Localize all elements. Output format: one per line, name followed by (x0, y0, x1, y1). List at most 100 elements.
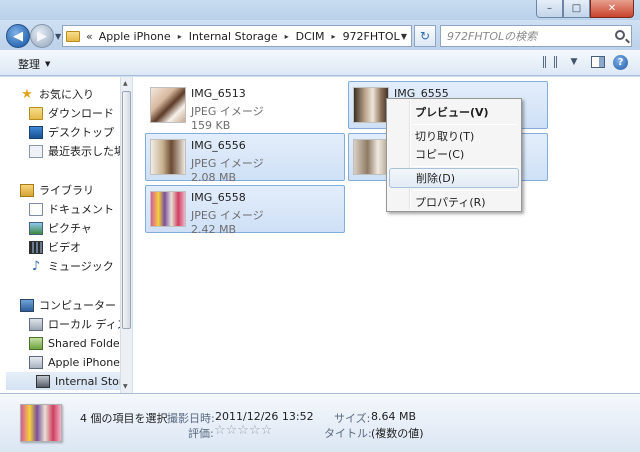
scroll-up-arrow-icon[interactable]: ▲ (123, 80, 128, 87)
nav-libraries[interactable]: ライブラリ (20, 181, 94, 199)
chevron-down-icon: ▼ (45, 60, 51, 68)
menu-separator (413, 166, 517, 167)
menu-item-copy[interactable]: コピー(C) (389, 144, 519, 164)
nav-documents-label: ドキュメント (48, 203, 114, 216)
help-button[interactable]: ? (613, 54, 628, 70)
search-input[interactable] (447, 29, 607, 43)
local-disk-icon (29, 317, 43, 331)
desktop-icon (29, 125, 43, 139)
nav-internal-storage-label: Internal Storage (55, 374, 120, 388)
views-icon (543, 56, 557, 68)
menu-item-delete[interactable]: 削除(D) (389, 168, 519, 188)
scrollbar-thumb[interactable] (122, 91, 131, 329)
file-size: 159 KB (191, 119, 231, 132)
file-thumbnail (150, 139, 186, 175)
minimize-button[interactable]: – (536, 0, 563, 18)
computer-icon (20, 298, 34, 312)
maximize-button[interactable]: □ (563, 0, 590, 18)
title-value[interactable]: (複数の値) (371, 425, 424, 441)
breadcrumb-972fhtol[interactable]: 972FHTOL (343, 30, 400, 43)
file-tile-selected[interactable]: IMG_6558 JPEG イメージ 2.42 MB (145, 185, 345, 236)
star-icon: ★ (21, 86, 33, 102)
change-view-button[interactable] (541, 54, 559, 70)
organize-button[interactable]: 整理 ▼ (18, 56, 50, 72)
nav-shared-folders[interactable]: Shared Folders (29, 334, 120, 352)
nav-documents[interactable]: ドキュメント (29, 200, 114, 218)
details-pane: 4 個の項目を選択 撮影日時: 2011/12/26 13:52 評価: ☆☆☆… (0, 393, 640, 452)
organize-label: 整理 (18, 58, 40, 71)
nav-downloads[interactable]: ダウンロード (29, 104, 114, 122)
refresh-button[interactable]: ↻ (414, 25, 436, 47)
file-type: JPEG イメージ (191, 105, 264, 118)
preview-pane-icon (591, 56, 605, 68)
search-box[interactable] (440, 25, 632, 47)
pictures-icon (29, 221, 43, 235)
file-tile[interactable]: IMG_6513 JPEG イメージ 159 KB (145, 81, 345, 132)
iphone-icon (29, 355, 43, 369)
rating-stars[interactable]: ☆☆☆☆☆ (214, 423, 272, 438)
size-value: 8.64 MB (371, 410, 417, 423)
file-name: IMG_6558 (191, 191, 246, 204)
breadcrumb-separator-icon[interactable]: ▸ (332, 32, 336, 41)
nav-computer[interactable]: コンピューター (20, 296, 116, 314)
more-views-dropdown-icon[interactable]: ▼ (565, 54, 583, 70)
nav-iphone-label: Apple iPhone (48, 355, 120, 369)
breadcrumb-apple-iphone[interactable]: Apple iPhone (99, 30, 171, 43)
menu-item-preview[interactable]: プレビュー(V) (389, 102, 519, 122)
nav-computer-label: コンピューター (39, 299, 116, 312)
menu-separator (413, 124, 517, 125)
file-size: 2.08 MB (191, 171, 237, 184)
nav-libraries-label: ライブラリ (39, 184, 94, 197)
forward-button[interactable]: ▶ (30, 24, 54, 48)
scroll-down-arrow-icon[interactable]: ▼ (123, 383, 128, 390)
nav-local-disk-label: ローカル ディスク (48, 318, 120, 331)
nav-apple-iphone[interactable]: Apple iPhone (29, 353, 120, 371)
nav-recent-label: 最近表示した場所 (48, 145, 120, 158)
nav-videos[interactable]: ビデオ (29, 238, 81, 256)
caption-buttons: – □ ✕ (536, 0, 634, 18)
toolbar-right: ▼ ? (541, 54, 628, 70)
address-bar[interactable]: « Apple iPhone ▸ Internal Storage ▸ DCIM… (62, 25, 412, 47)
breadcrumb-dcim[interactable]: DCIM (296, 30, 325, 43)
nav-internal-storage[interactable]: Internal Storage (6, 372, 120, 390)
selection-count: 4 個の項目を選択 (80, 412, 168, 425)
nav-pictures[interactable]: ピクチャ (29, 219, 92, 237)
file-type: JPEG イメージ (191, 157, 264, 170)
nav-music[interactable]: ♪ ミュージック (29, 257, 114, 275)
rating-label: 評価: (188, 427, 214, 440)
breadcrumb-separator-icon[interactable]: ▸ (285, 32, 289, 41)
context-menu: プレビュー(V) 切り取り(T) コピー(C) 削除(D) プロパティ(R) (386, 98, 522, 212)
file-thumbnail (353, 87, 389, 123)
recent-pages-dropdown-icon[interactable]: ▼ (55, 32, 61, 41)
close-button[interactable]: ✕ (590, 0, 634, 18)
command-bar: 整理 ▼ ▼ ? (0, 50, 640, 76)
libraries-icon (20, 183, 34, 197)
nav-favorites-label: お気に入り (39, 88, 94, 101)
menu-item-properties[interactable]: プロパティ(R) (389, 192, 519, 212)
nav-recent-places[interactable]: 最近表示した場所 (29, 142, 120, 160)
breadcrumb-overflow[interactable]: « (86, 30, 93, 43)
address-dropdown-icon[interactable]: ▼ (401, 32, 407, 41)
size-label: サイズ: (334, 412, 371, 425)
file-name: IMG_6513 (191, 87, 246, 100)
breadcrumb-separator-icon[interactable]: ▸ (178, 32, 182, 41)
menu-separator (413, 190, 517, 191)
menu-item-cut[interactable]: 切り取り(T) (389, 126, 519, 146)
nav-local-disk[interactable]: ローカル ディスク (29, 315, 120, 333)
breadcrumb-internal-storage[interactable]: Internal Storage (189, 30, 278, 43)
documents-icon (29, 202, 43, 216)
nav-desktop[interactable]: デスクトップ (29, 123, 114, 141)
music-note-icon: ♪ (31, 258, 41, 274)
nav-desktop-label: デスクトップ (48, 126, 114, 139)
nav-music-label: ミュージック (48, 260, 114, 273)
back-button[interactable]: ◀ (6, 24, 30, 48)
navigation-pane: ★ お気に入り ダウンロード デスクトップ 最近表示した場所 ライブラリ ドキュ… (0, 77, 120, 393)
video-icon (29, 240, 43, 254)
navigation-scrollbar[interactable]: ▲ ▼ (120, 77, 132, 393)
file-tile-selected[interactable]: IMG_6556 JPEG イメージ 2.08 MB (145, 133, 345, 184)
file-thumbnail (353, 139, 389, 175)
search-icon[interactable] (615, 30, 625, 40)
nav-favorites[interactable]: ★ お気に入り (20, 85, 94, 103)
date-taken-value[interactable]: 2011/12/26 13:52 (215, 410, 314, 423)
preview-pane-button[interactable] (589, 54, 607, 70)
